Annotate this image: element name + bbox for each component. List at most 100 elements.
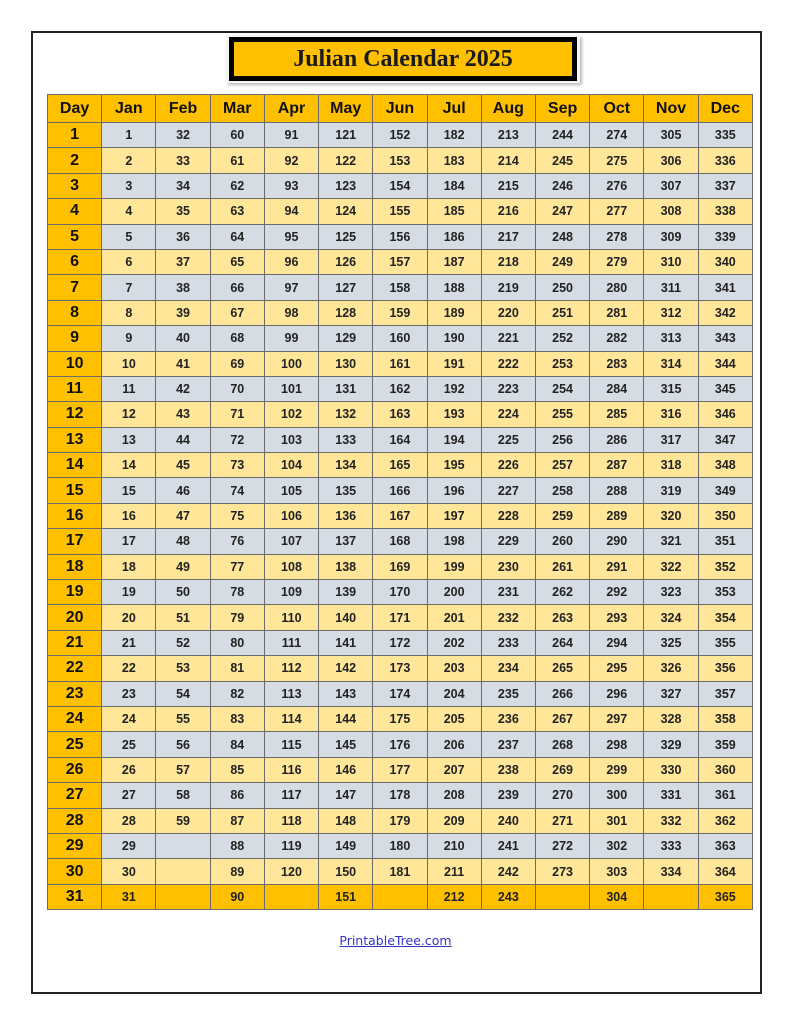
julian-day-cell: 166 [372, 477, 428, 504]
julian-day-cell: 324 [643, 604, 699, 631]
julian-day-cell: 222 [480, 350, 536, 377]
julian-day-cell: 23 [101, 680, 157, 707]
julian-day-cell: 363 [697, 832, 754, 860]
julian-day-cell: 216 [480, 198, 536, 225]
julian-day-cell: 257 [534, 452, 591, 479]
julian-day-cell: 128 [318, 299, 374, 327]
julian-day-cell: 84 [209, 731, 265, 758]
table-row: 15 15 46 74 105 135 166 196 227 258 288 319 349 [46, 477, 754, 504]
table-row: 27 27 58 86 117 147 178 208 239 270 300 331 361 [46, 782, 754, 809]
julian-day-cell: 113 [263, 680, 320, 707]
julian-day-cell: 335 [697, 121, 754, 149]
julian-day-cell: 265 [534, 655, 591, 682]
julian-day-cell: 17 [101, 528, 157, 555]
julian-day-cell: 57 [155, 756, 211, 784]
julian-day-cell: 35 [155, 198, 211, 225]
table-row: 6 6 37 65 96 126 157 187 218 249 279 310 340 [46, 248, 754, 276]
julian-day-cell [372, 883, 428, 911]
julian-day-cell: 178 [372, 782, 428, 809]
table-row: 7 7 38 66 97 127 158 188 219 250 280 311 341 [46, 274, 754, 301]
julian-day-cell: 82 [209, 680, 265, 707]
julian-day-cell: 223 [480, 375, 536, 403]
julian-day-cell: 220 [480, 299, 536, 327]
julian-day-cell: 330 [643, 756, 699, 784]
day-number-cell: 12 [46, 401, 103, 428]
julian-day-cell: 259 [534, 502, 591, 530]
julian-day-cell: 295 [589, 655, 645, 682]
julian-day-cell: 65 [209, 248, 265, 276]
julian-day-cell: 196 [426, 477, 482, 504]
day-number-cell: 9 [46, 325, 103, 352]
julian-day-cell: 171 [372, 604, 428, 631]
julian-day-cell: 150 [318, 858, 374, 885]
julian-day-cell: 209 [426, 807, 482, 834]
julian-day-cell: 195 [426, 452, 482, 479]
julian-day-cell: 355 [697, 629, 754, 657]
julian-day-cell: 104 [263, 452, 320, 479]
table-row: 4 4 35 63 94 124 155 185 216 247 277 308 338 [46, 198, 754, 225]
julian-day-cell: 158 [372, 274, 428, 301]
table-row: 30 30 89 120 150 181 211 242 273 303 334 364 [46, 858, 754, 885]
julian-day-cell: 184 [426, 172, 482, 200]
julian-day-cell: 168 [372, 528, 428, 555]
julian-day-cell: 194 [426, 426, 482, 454]
julian-day-cell: 105 [263, 477, 320, 504]
julian-day-cell: 43 [155, 401, 211, 428]
julian-day-cell: 285 [589, 401, 645, 428]
column-header-mar: Mar [209, 94, 265, 123]
julian-day-cell: 253 [534, 350, 591, 377]
header-row: Day Jan Feb Mar Apr May Jun Jul Aug Sep Oct Nov Dec [46, 94, 754, 123]
julian-day-cell: 48 [155, 528, 211, 555]
julian-day-cell: 263 [534, 604, 591, 631]
julian-day-cell: 146 [318, 756, 374, 784]
julian-day-cell: 170 [372, 579, 428, 606]
julian-day-cell: 298 [589, 731, 645, 758]
table-row: 12 12 43 71 102 132 163 193 224 255 285 316 346 [46, 401, 754, 428]
julian-day-cell: 351 [697, 528, 754, 555]
julian-day-cell: 97 [263, 274, 320, 301]
julian-day-cell: 225 [480, 426, 536, 454]
julian-day-cell: 36 [155, 223, 211, 250]
julian-day-cell: 236 [480, 705, 536, 733]
day-number-cell: 10 [46, 350, 103, 377]
julian-day-cell: 124 [318, 198, 374, 225]
julian-day-cell: 294 [589, 629, 645, 657]
table-row: 1 1 32 60 91 121 152 182 213 244 274 305 335 [46, 121, 754, 149]
day-number-cell: 24 [46, 705, 103, 733]
julian-day-cell: 167 [372, 502, 428, 530]
julian-day-cell: 39 [155, 299, 211, 327]
julian-day-cell [534, 883, 591, 911]
julian-day-cell: 269 [534, 756, 591, 784]
julian-day-cell: 101 [263, 375, 320, 403]
day-number-cell: 23 [46, 680, 103, 707]
julian-day-cell: 41 [155, 350, 211, 377]
table-body: 1 1 32 60 91 121 152 182 213 244 274 305 335 2 2 33 61 92… [46, 121, 754, 911]
julian-day-cell: 80 [209, 629, 265, 657]
julian-day-cell: 59 [155, 807, 211, 834]
julian-day-cell: 185 [426, 198, 482, 225]
julian-day-cell: 260 [534, 528, 591, 555]
footer: PrintableTree.com [0, 932, 791, 950]
day-number-cell: 16 [46, 502, 103, 530]
julian-day-cell: 277 [589, 198, 645, 225]
julian-day-cell: 321 [643, 528, 699, 555]
julian-day-cell: 327 [643, 680, 699, 707]
day-number-cell: 29 [46, 832, 103, 860]
julian-day-cell: 275 [589, 147, 645, 174]
julian-day-cell: 300 [589, 782, 645, 809]
julian-day-cell: 276 [589, 172, 645, 200]
column-header-jun: Jun [372, 94, 428, 123]
julian-day-cell: 326 [643, 655, 699, 682]
table-row: 17 17 48 76 107 137 168 198 229 260 290 321 351 [46, 528, 754, 555]
julian-day-cell: 152 [372, 121, 428, 149]
julian-day-cell: 117 [263, 782, 320, 809]
julian-day-cell: 304 [589, 883, 645, 911]
julian-day-cell: 359 [697, 731, 754, 758]
julian-day-cell: 193 [426, 401, 482, 428]
column-header-apr: Apr [263, 94, 320, 123]
julian-day-cell: 18 [101, 553, 157, 581]
julian-day-cell: 62 [209, 172, 265, 200]
julian-day-cell: 134 [318, 452, 374, 479]
printabletree-link[interactable]: PrintableTree.com [339, 933, 451, 948]
julian-day-cell: 309 [643, 223, 699, 250]
